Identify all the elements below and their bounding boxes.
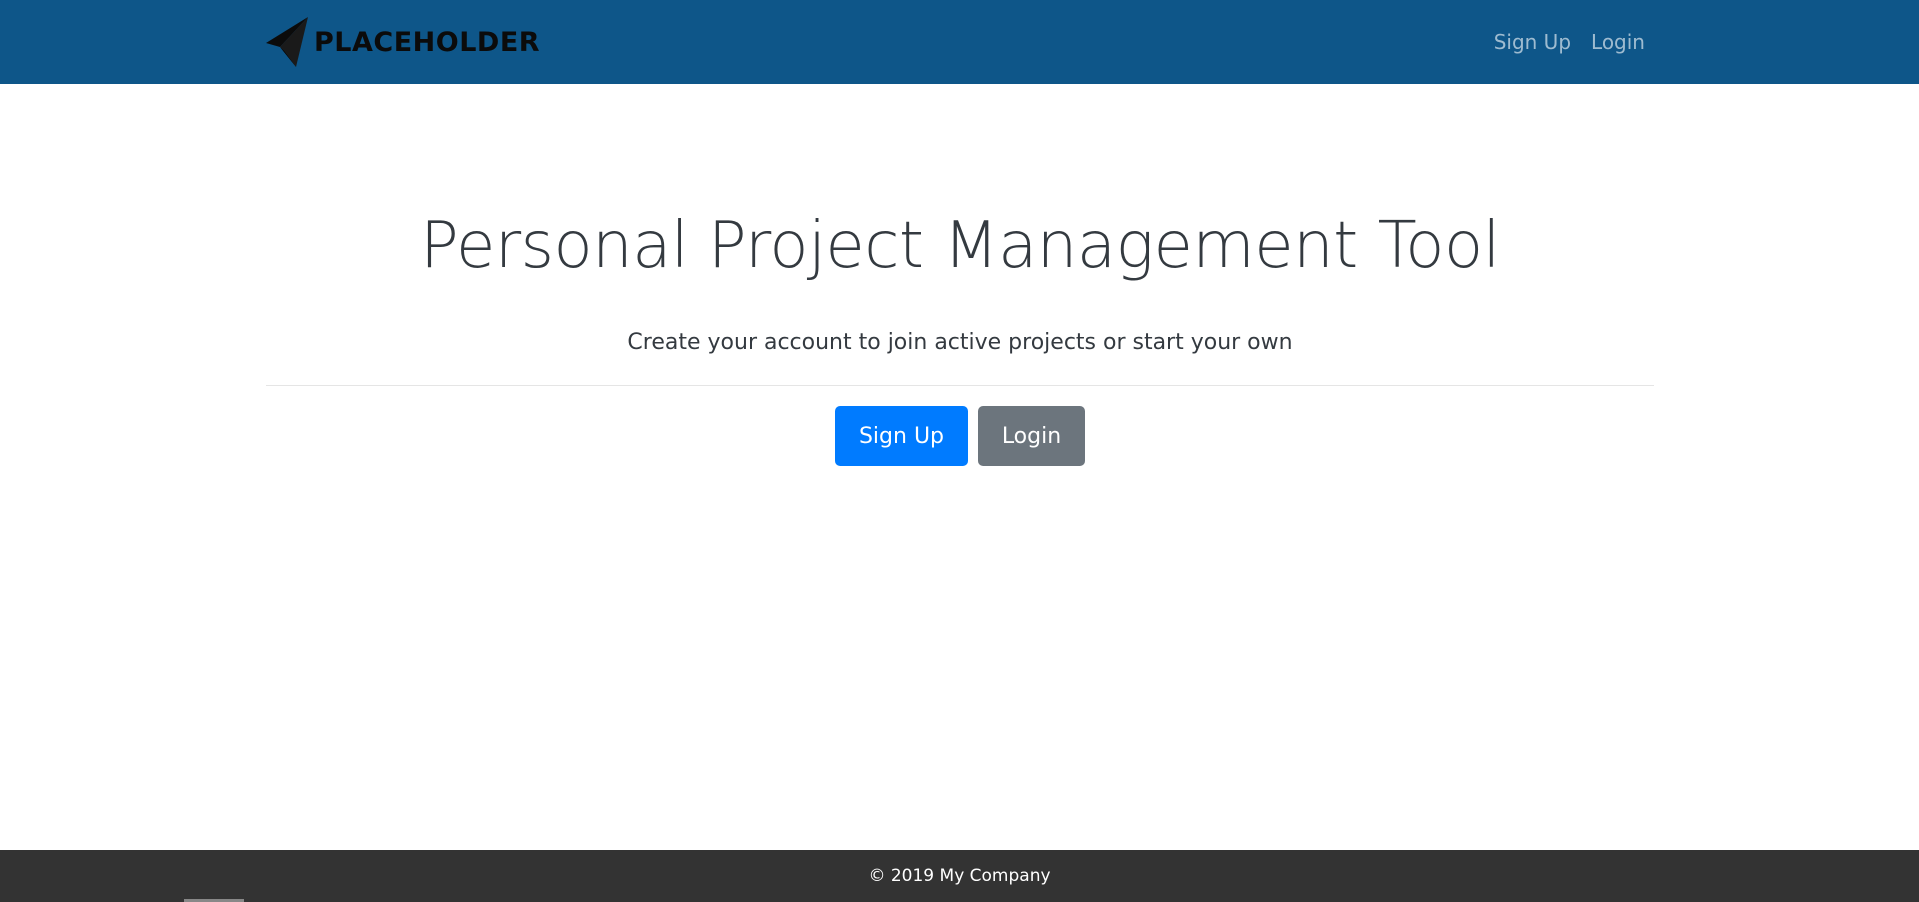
hero-button-group: Sign Up Login [266,406,1654,466]
nav-login-link[interactable]: Login [1591,30,1645,54]
nav-signup-link[interactable]: Sign Up [1494,30,1571,54]
nav-links: Sign Up Login [1474,0,1645,84]
divider [266,385,1654,386]
page-title: Personal Project Management Tool [420,209,1500,283]
signup-button[interactable]: Sign Up [835,406,968,466]
brand-logo-link[interactable]: PLACEHOLDER [266,17,540,67]
page-footer: © 2019 My Company [0,850,1919,902]
brand-name: PLACEHOLDER [314,26,541,58]
paper-plane-logo-icon [266,17,308,67]
copyright-text: © 2019 My Company [868,866,1051,886]
login-button[interactable]: Login [978,406,1085,466]
top-navbar: PLACEHOLDER Sign Up Login [0,0,1919,84]
page-subtitle: Create your account to join active proje… [627,330,1293,355]
